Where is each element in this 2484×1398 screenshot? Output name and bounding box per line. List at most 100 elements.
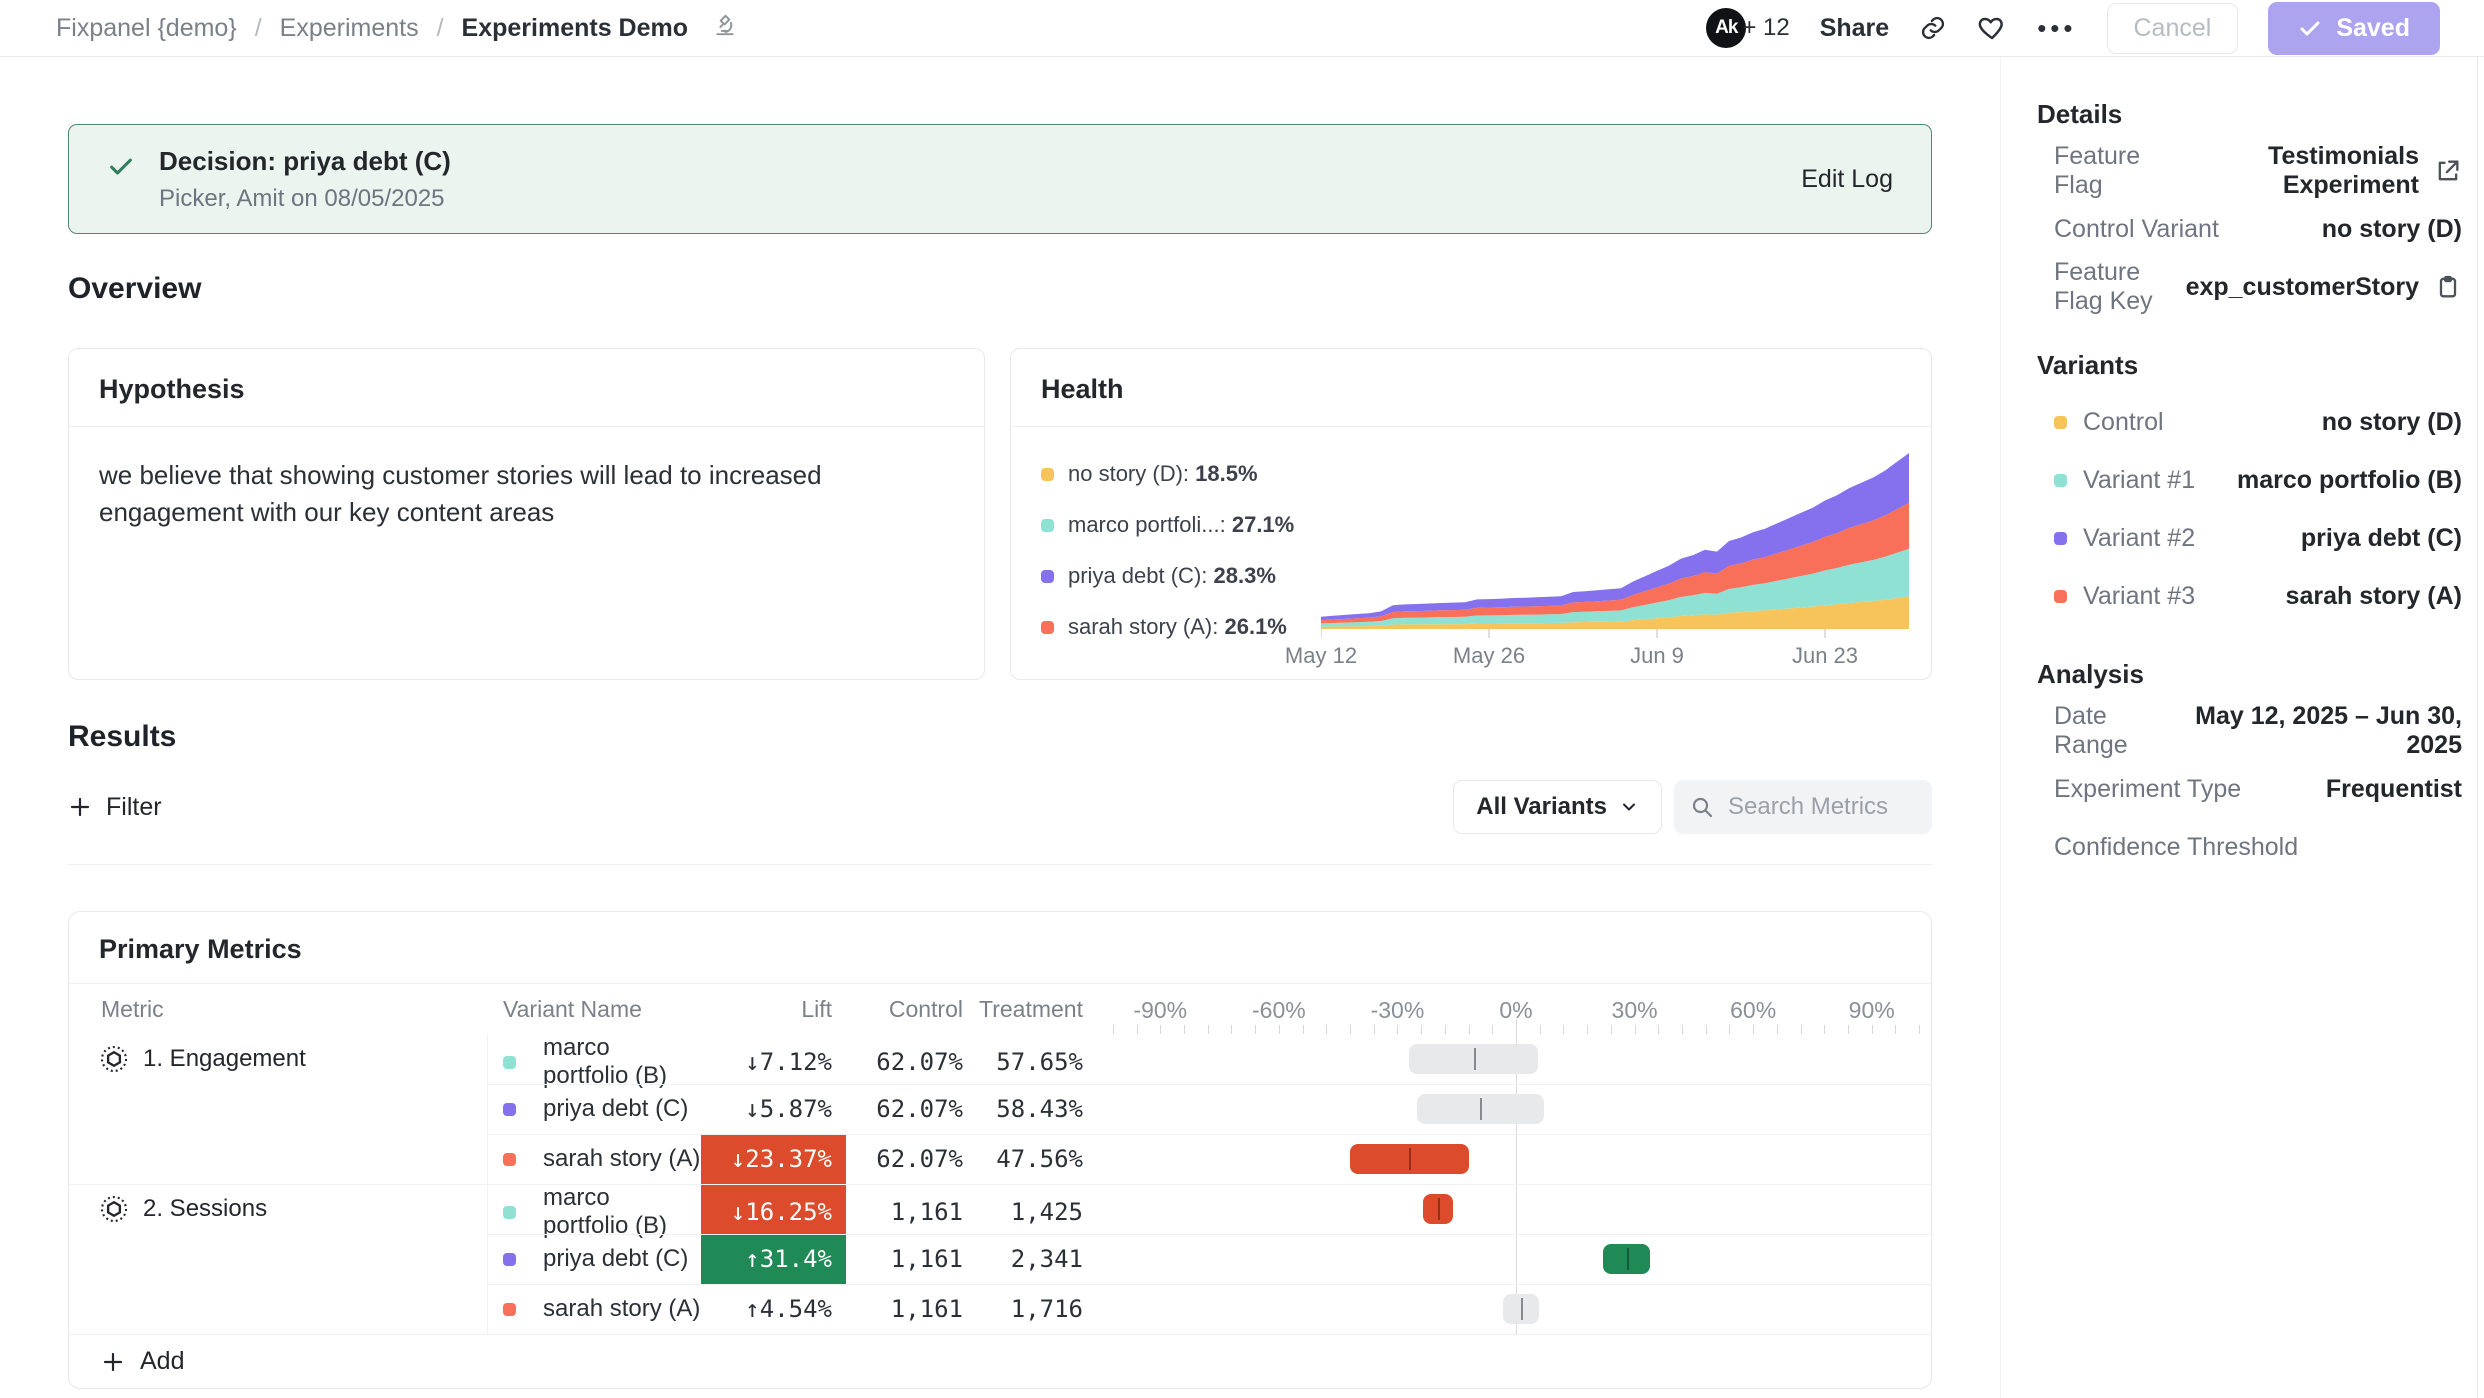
axis-tick — [1729, 1025, 1730, 1034]
table-row[interactable]: sarah story (A)↓23.37%62.07%47.56% — [69, 1134, 1931, 1184]
metric-name[interactable]: 1. Engagement — [69, 1034, 487, 1084]
confidence-interval-bar — [1350, 1144, 1469, 1174]
axis-tick — [1184, 1025, 1185, 1034]
variant-color-swatch — [2054, 532, 2067, 545]
variant-color-swatch — [503, 1103, 516, 1116]
variant-name: marco portfolio (B) — [543, 1184, 701, 1240]
health-x-axis-label: May 12 — [1271, 643, 1371, 669]
axis-tick — [1255, 1025, 1256, 1034]
sidebar-heading-details: Details — [2037, 99, 2462, 130]
health-area-chart — [1321, 443, 1909, 639]
col-variant-name: Variant Name — [487, 996, 701, 1023]
collaborators-count[interactable]: + 12 — [1742, 14, 1789, 42]
search-icon — [1690, 794, 1714, 820]
axis-tick — [1753, 1025, 1754, 1034]
analysis-row: Experiment TypeFrequentist — [2037, 760, 2462, 818]
breadcrumb-separator: / — [437, 14, 444, 43]
sidebar-value: exp_customerStory — [2186, 273, 2419, 302]
confidence-interval-tick — [1480, 1098, 1482, 1120]
variant-name-cell: priya debt (C) — [487, 1095, 701, 1123]
treatment-value: 58.43% — [963, 1095, 1101, 1123]
sidebar-value: May 12, 2025 – Jun 30, 2025 — [2172, 702, 2462, 760]
analysis-row: Confidence Threshold — [2037, 818, 2462, 876]
sidebar-value: priya debt (C) — [2301, 524, 2462, 553]
confidence-interval-bar — [1503, 1294, 1539, 1324]
sidebar-value[interactable]: Testimonials Experiment — [2173, 142, 2419, 200]
decision-title: Decision: priya debt (C) — [159, 146, 451, 177]
variants-dropdown[interactable]: All Variants — [1453, 780, 1662, 834]
row-divider — [487, 1234, 1931, 1235]
saved-button[interactable]: Saved — [2268, 2, 2440, 55]
lift-text: ↓23.37% — [731, 1145, 832, 1173]
table-row[interactable]: priya debt (C)↓5.87%62.07%58.43% — [69, 1084, 1931, 1134]
sidebar-label: Control Variant — [2054, 215, 2219, 244]
metric-name[interactable]: 2. Sessions — [69, 1184, 487, 1234]
table-row[interactable]: priya debt (C)↑31.4%1,1612,341 — [69, 1234, 1931, 1284]
more-options-button[interactable]: ••• — [2037, 13, 2076, 44]
variant-color-swatch — [503, 1206, 516, 1219]
axis-tick — [1658, 1025, 1659, 1034]
metric-label: 2. Sessions — [143, 1195, 267, 1223]
axis-tick — [1563, 1025, 1564, 1034]
external-link-icon[interactable] — [2434, 157, 2462, 185]
add-metric-button[interactable]: Add — [69, 1334, 1931, 1388]
avatar[interactable]: Ak — [1706, 8, 1746, 48]
control-value: 62.07% — [846, 1095, 963, 1123]
health-x-axis-label: Jun 9 — [1607, 643, 1707, 669]
confidence-interval-bar — [1417, 1094, 1543, 1124]
health-card: Health no story (D): 18.5%marco portfoli… — [1010, 348, 1932, 680]
axis-tick — [1208, 1025, 1209, 1034]
axis-tick — [1777, 1025, 1778, 1034]
axis-label: 90% — [1849, 997, 1895, 1024]
axis-tick — [1895, 1025, 1896, 1034]
share-button[interactable]: Share — [1820, 14, 1889, 43]
table-header: Metric Variant Name Lift Control Treatme… — [69, 984, 1931, 1034]
add-filter-button[interactable]: Filter — [68, 793, 162, 822]
sidebar-label: Feature Flag Key — [2054, 258, 2186, 316]
legend-label: no story (D): 18.5% — [1068, 461, 1258, 487]
copy-link-icon[interactable] — [1919, 14, 1947, 42]
lift-value: ↓16.25% — [701, 1184, 846, 1240]
clipboard-icon[interactable] — [2434, 273, 2462, 301]
axis-tick — [1350, 1025, 1351, 1034]
legend-item: priya debt (C): 28.3% — [1041, 563, 1321, 589]
breadcrumb-item[interactable]: Experiments — [280, 14, 419, 43]
axis-tick — [1492, 1025, 1493, 1034]
health-legend: no story (D): 18.5%marco portfoli...: 27… — [1041, 443, 1321, 673]
axis-tick — [1160, 1025, 1161, 1034]
lift-value: ↓5.87% — [701, 1084, 846, 1134]
lift-value: ↑31.4% — [701, 1234, 846, 1284]
favorite-heart-icon[interactable] — [1977, 13, 2007, 43]
variants-row: Variant #3 sarah story (A) — [2037, 567, 2462, 625]
scrollbar-track[interactable] — [2477, 57, 2478, 1398]
decision-banner: Decision: priya debt (C) Picker, Amit on… — [68, 124, 1932, 234]
cancel-button[interactable]: Cancel — [2107, 3, 2239, 54]
breadcrumb-item[interactable]: Fixpanel {demo} — [56, 14, 237, 43]
plus-icon — [68, 795, 92, 819]
edit-log-button[interactable]: Edit Log — [1801, 165, 1893, 194]
variant-color-swatch — [2054, 416, 2067, 429]
sidebar-value: sarah story (A) — [2286, 582, 2462, 611]
health-x-axis-label: May 26 — [1439, 643, 1539, 669]
experiment-page: Fixpanel {demo}/Experiments/Experiments … — [0, 0, 2484, 1398]
overview-heading: Overview — [68, 272, 1932, 306]
check-icon — [2298, 16, 2322, 40]
row-divider — [487, 1284, 1931, 1285]
axis-tick — [1706, 1025, 1707, 1034]
table-row[interactable]: sarah story (A)↑4.54%1,1611,716 — [69, 1284, 1931, 1334]
sidebar-label: Date Range — [2054, 702, 2172, 760]
sidebar-label: Variant #3 — [2083, 582, 2195, 611]
metric-icon — [99, 1044, 129, 1074]
sidebar-label: Variant #1 — [2083, 466, 2195, 495]
search-metrics-input[interactable] — [1726, 792, 1916, 822]
sidebar-value: no story (D) — [2322, 215, 2462, 244]
variant-name: sarah story (A) — [543, 1145, 700, 1173]
axis-tick — [1445, 1025, 1446, 1034]
section-gap — [2037, 625, 2462, 659]
variant-name: priya debt (C) — [543, 1245, 688, 1273]
variant-name-cell: marco portfolio (B) — [487, 1034, 701, 1090]
axis-label: -60% — [1252, 997, 1306, 1024]
sidebar-label: Experiment Type — [2054, 775, 2241, 804]
breadcrumb: Fixpanel {demo}/Experiments/Experiments … — [56, 12, 738, 45]
breadcrumb-item: Experiments Demo — [462, 14, 688, 43]
